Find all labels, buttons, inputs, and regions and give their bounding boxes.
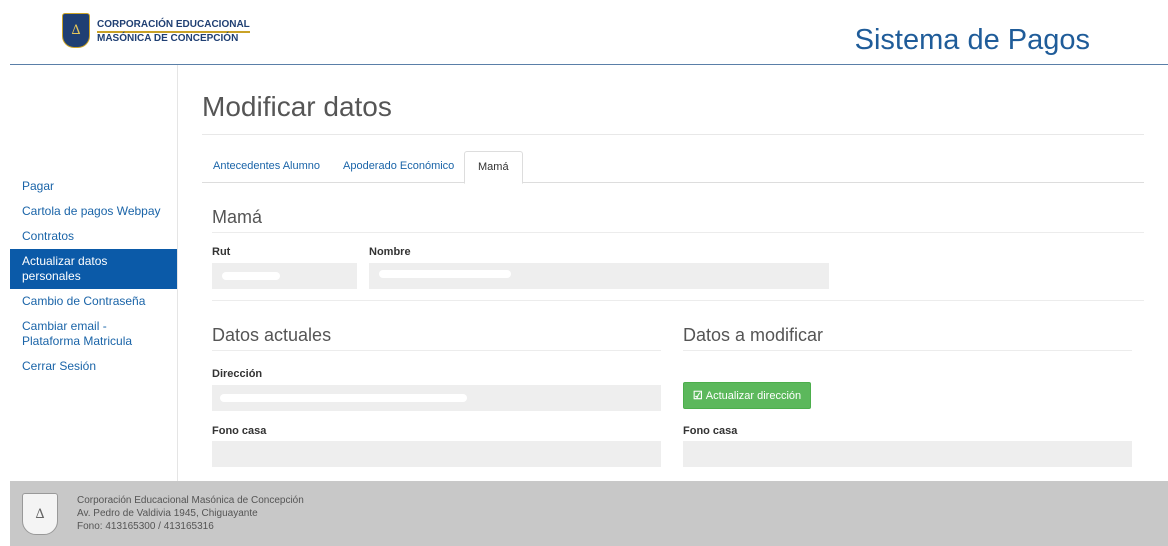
sidebar-item-actualizar-datos[interactable]: Actualizar datos personales — [10, 249, 177, 289]
footer: ∆ Corporación Educacional Masónica de Co… — [10, 481, 1168, 546]
sidebar-item-cambio-contrasena[interactable]: Cambio de Contraseña — [10, 289, 177, 314]
nombre-label: Nombre — [369, 246, 411, 258]
update-address-button[interactable]: ☑ Actualizar dirección — [683, 382, 811, 409]
header: ∆ CORPORACIÓN EDUCACIONAL MASÓNICA DE CO… — [0, 0, 1168, 64]
sidebar-item-cambiar-email[interactable]: Cambiar email - Plataforma Matricula — [10, 314, 177, 354]
logo-line-2: MASÓNICA DE CONCEPCIÓN — [97, 32, 239, 44]
fono-casa-input[interactable] — [683, 441, 1132, 467]
tab-antecedentes-alumno[interactable]: Antecedentes Alumno — [213, 151, 320, 181]
current-data-divider — [212, 350, 661, 351]
modify-data-title: Datos a modificar — [683, 325, 824, 345]
institution-logo[interactable]: ∆ CORPORACIÓN EDUCACIONAL MASÓNICA DE CO… — [62, 13, 250, 48]
title-divider — [202, 134, 1144, 135]
logo-line-1: CORPORACIÓN EDUCACIONAL — [97, 19, 250, 33]
rut-field — [212, 263, 357, 289]
modify-data-divider — [683, 350, 1132, 351]
sidebar-divider — [177, 65, 178, 481]
footer-address: Av. Pedro de Valdivia 1945, Chiguayante — [77, 508, 258, 519]
sidebar-item-cartola-webpay[interactable]: Cartola de pagos Webpay — [10, 199, 177, 224]
sidebar-nav: Pagar Cartola de pagos Webpay Contratos … — [10, 174, 177, 379]
redaction-mark — [220, 394, 467, 402]
sidebar-item-cerrar-sesion[interactable]: Cerrar Sesión — [10, 354, 177, 379]
sidebar-item-pagar[interactable]: Pagar — [10, 174, 177, 199]
nombre-field — [369, 263, 829, 289]
page-title: Modificar datos — [202, 91, 392, 122]
header-divider — [10, 64, 1168, 65]
section-title-mama: Mamá — [212, 207, 263, 227]
rut-label: Rut — [212, 246, 231, 258]
edit-check-icon: ☑ — [692, 390, 703, 402]
section-divider-2 — [212, 300, 1144, 301]
fono-casa-label: Fono casa — [212, 425, 267, 437]
update-address-label: Actualizar dirección — [705, 389, 802, 402]
tab-bar: Antecedentes Alumno Apoderado Económico … — [202, 151, 1144, 184]
footer-logo-icon: ∆ — [22, 493, 58, 535]
tab-apoderado-economico[interactable]: Apoderado Económico — [343, 151, 454, 181]
direccion-field — [212, 385, 661, 411]
fono-casa-field — [212, 441, 661, 467]
fono-casa-label-modify: Fono casa — [683, 425, 738, 437]
current-data-title: Datos actuales — [212, 325, 332, 345]
footer-phone: Fono: 413165300 / 413165316 — [77, 521, 214, 532]
shield-logo-icon: ∆ — [62, 13, 90, 48]
section-divider — [212, 232, 1144, 233]
footer-org-name: Corporación Educacional Masónica de Conc… — [77, 495, 304, 506]
app-title: Sistema de Pagos — [854, 24, 1090, 56]
direccion-label: Dirección — [212, 368, 263, 380]
redaction-mark — [379, 270, 511, 278]
tab-mama[interactable]: Mamá — [464, 151, 523, 184]
redaction-mark — [222, 272, 280, 280]
sidebar-item-contratos[interactable]: Contratos — [10, 224, 177, 249]
